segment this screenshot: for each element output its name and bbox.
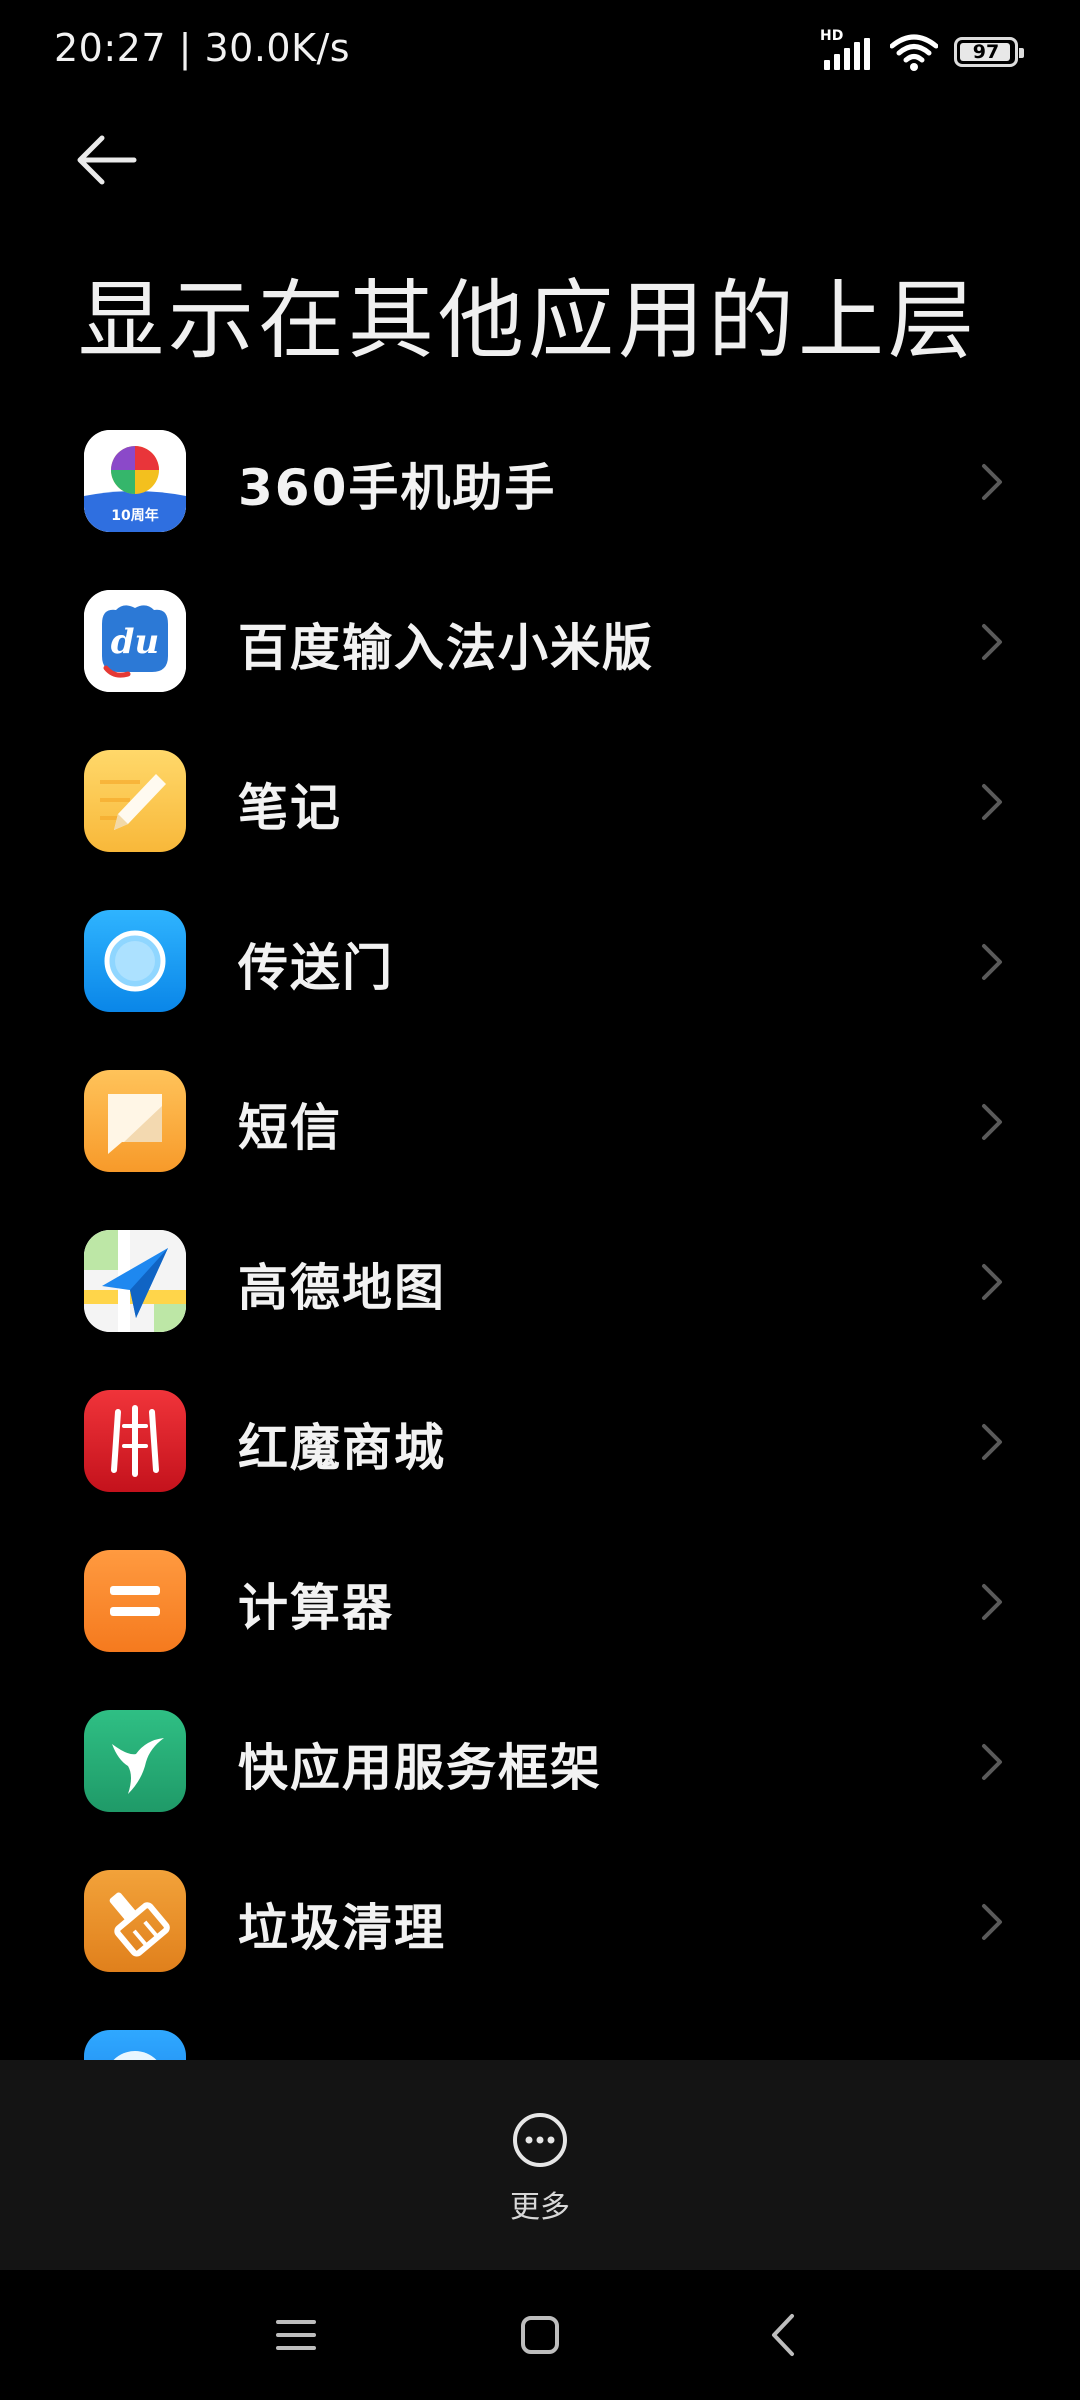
baidu-icon-text: du — [111, 622, 160, 662]
quick-app-icon — [84, 1710, 186, 1812]
nav-back-button[interactable] — [744, 2300, 824, 2370]
chevron-right-icon — [982, 1744, 1002, 1780]
app-label: 浏览器 — [238, 2048, 394, 2060]
app-label: 笔记 — [238, 779, 342, 837]
baidu-input-icon: du — [84, 590, 186, 692]
list-item-quick-app[interactable]: 快应用服务框架 — [0, 1680, 1080, 1840]
bottom-action-bar: 更多 — [0, 2060, 1080, 2270]
app-label: 传送门 — [238, 939, 394, 997]
cleaner-icon — [84, 1870, 186, 1972]
list-item-notes[interactable]: 笔记 — [0, 720, 1080, 880]
recents-button[interactable] — [256, 2300, 336, 2370]
amap-icon — [84, 1230, 186, 1332]
wifi-icon — [890, 34, 938, 71]
notes-icon — [84, 750, 186, 852]
cell-signal-icon: HD — [820, 28, 874, 72]
list-item-browser[interactable]: 浏览器 — [0, 2000, 1080, 2060]
status-bar: 20:27 | 30.0K/s HD 97 — [0, 0, 1080, 110]
chevron-right-icon — [982, 464, 1002, 500]
chevron-right-icon — [982, 944, 1002, 980]
svg-text:10周年: 10周年 — [111, 507, 158, 524]
list-item-cleaner[interactable]: 垃圾清理 — [0, 1840, 1080, 2000]
battery-level: 97 — [972, 41, 1000, 63]
browser-icon — [84, 2030, 186, 2060]
back-button[interactable] — [70, 128, 150, 192]
app-label: 红魔商城 — [238, 1419, 446, 1477]
app-360-icon: 10周年 — [84, 430, 186, 532]
chevron-right-icon — [982, 1904, 1002, 1940]
portal-icon — [84, 910, 186, 1012]
list-item-calculator[interactable]: 计算器 — [0, 1520, 1080, 1680]
app-list[interactable]: 10周年 360手机助手 du 百度输入法小米版 笔记 传送门 短信 高德地图 … — [0, 400, 1080, 2060]
app-label: 百度输入法小米版 — [238, 619, 654, 677]
chevron-right-icon — [982, 1584, 1002, 1620]
back-icon — [772, 2314, 794, 2356]
list-item-baidu-input[interactable]: du 百度输入法小米版 — [0, 560, 1080, 720]
list-item-redmagic-store[interactable]: 红魔商城 — [0, 1360, 1080, 1520]
app-label: 360手机助手 — [238, 459, 557, 517]
chevron-right-icon — [982, 1424, 1002, 1460]
more-dots-icon — [513, 2113, 567, 2167]
more-label: 更多 — [510, 2190, 570, 2225]
sms-icon — [84, 1070, 186, 1172]
status-icons: HD 97 — [820, 28, 1024, 74]
status-time: 20:27 | 30.0K/s — [54, 26, 351, 70]
calculator-icon — [84, 1550, 186, 1652]
chevron-right-icon — [982, 784, 1002, 820]
chevron-right-icon — [982, 1264, 1002, 1300]
app-label: 计算器 — [238, 1579, 394, 1637]
app-label: 快应用服务框架 — [238, 1739, 602, 1797]
app-label: 高德地图 — [238, 1259, 446, 1317]
app-label: 垃圾清理 — [238, 1899, 446, 1957]
home-button[interactable] — [500, 2300, 580, 2370]
menu-icon — [276, 2320, 316, 2350]
battery-icon: 97 — [954, 37, 1024, 67]
list-item-portal[interactable]: 传送门 — [0, 880, 1080, 1040]
app-label: 短信 — [238, 1099, 342, 1157]
system-nav-bar — [0, 2270, 1080, 2400]
home-icon — [521, 2316, 559, 2354]
list-item-sms[interactable]: 短信 — [0, 1040, 1080, 1200]
page-title: 显示在其他应用的上层 — [78, 271, 978, 371]
arrow-left-icon — [77, 135, 137, 185]
more-button[interactable]: 更多 — [490, 2110, 590, 2230]
screen: 20:27 | 30.0K/s HD 97 显示在其他应用的上层 10周年 36… — [0, 0, 1080, 2400]
list-item-360[interactable]: 10周年 360手机助手 — [0, 400, 1080, 560]
chevron-right-icon — [982, 624, 1002, 660]
list-item-amap[interactable]: 高德地图 — [0, 1200, 1080, 1360]
chevron-right-icon — [982, 1104, 1002, 1140]
redmagic-store-icon — [84, 1390, 186, 1492]
